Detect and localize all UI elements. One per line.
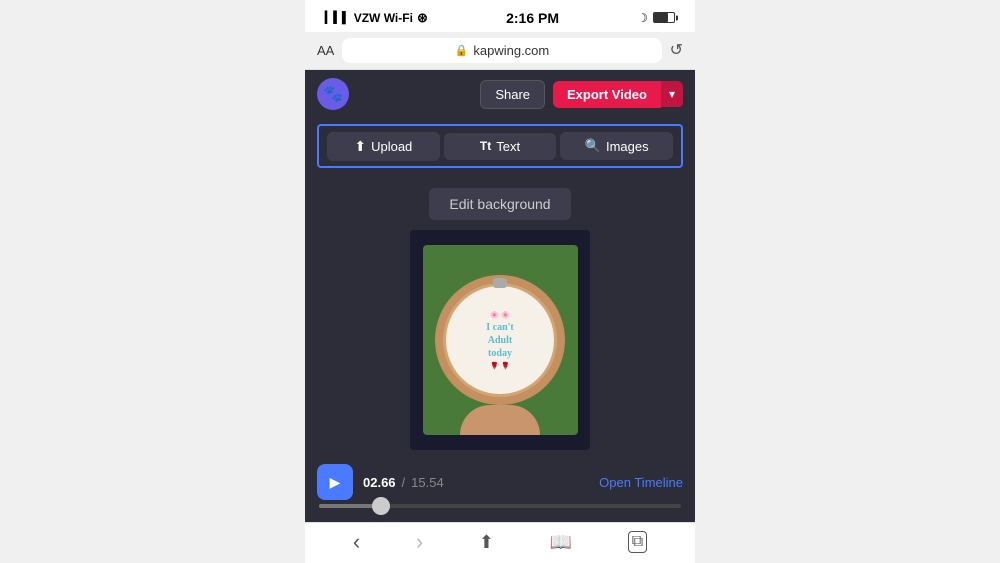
share-nav-button[interactable]: ⬆: [479, 532, 494, 553]
bottom-nav: ‹ › ⬆ 📖 ⧉: [305, 522, 695, 563]
bookmarks-button[interactable]: 📖: [550, 532, 572, 553]
status-left: ▎▍▌ VZW Wi-Fi ⊛: [325, 10, 428, 26]
app-header: 🐾 Share Export Video ▾: [305, 70, 695, 118]
upload-button[interactable]: ⬆ Upload: [327, 132, 440, 161]
hoop-text-line2: Adult: [488, 334, 512, 347]
half-moon-icon: ☽: [637, 11, 648, 25]
open-timeline-button[interactable]: Open Timeline: [599, 475, 683, 490]
refresh-icon[interactable]: ↺: [670, 40, 683, 60]
hoop-text-line3: today: [488, 347, 512, 360]
battery-icon: [653, 12, 675, 23]
url-text: kapwing.com: [473, 43, 549, 58]
forward-button[interactable]: ›: [416, 529, 423, 555]
content-area: Edit background 🌸 🌸 I can't Adult today …: [305, 174, 695, 522]
time-separator: /: [402, 475, 406, 490]
video-preview: 🌸 🌸 I can't Adult today 🌹 🌹: [410, 230, 590, 450]
time-current: 02.66: [363, 475, 396, 490]
wifi-icon: ⊛: [417, 10, 428, 26]
status-time: 2:16 PM: [506, 10, 559, 26]
tabs-button[interactable]: ⧉: [628, 531, 647, 553]
carrier-label: VZW Wi-Fi: [354, 11, 413, 25]
hoop-screw: [493, 278, 507, 288]
hoop-inner: 🌸 🌸 I can't Adult today 🌹 🌹: [446, 286, 554, 394]
text-icon: Tt: [480, 139, 491, 153]
upload-icon: ⬆: [354, 138, 366, 155]
text-label: Text: [496, 139, 520, 154]
hoop-outer: 🌸 🌸 I can't Adult today 🌹 🌹: [423, 245, 578, 435]
time-info: 02.66 / 15.54: [363, 475, 444, 490]
edit-background-button[interactable]: Edit background: [429, 188, 570, 220]
text-button[interactable]: Tt Text: [444, 133, 557, 160]
progress-track[interactable]: [319, 504, 681, 508]
status-right: ☽: [637, 11, 675, 25]
upload-label: Upload: [371, 139, 412, 154]
url-bar[interactable]: 🔒 kapwing.com: [342, 38, 661, 63]
play-icon: ▶: [330, 474, 341, 491]
toolbar: ⬆ Upload Tt Text 🔍 Images: [317, 124, 683, 168]
images-button[interactable]: 🔍 Images: [560, 132, 673, 160]
hoop-text-line1: I can't: [486, 321, 514, 334]
time-total: 15.54: [411, 475, 444, 490]
images-label: Images: [606, 139, 649, 154]
hoop-circle: 🌸 🌸 I can't Adult today 🌹 🌹: [435, 275, 565, 405]
logo-icon: 🐾: [323, 84, 343, 104]
export-group: Export Video ▾: [553, 81, 683, 108]
timeline-controls: ▶ 02.66 / 15.54 Open Timeline: [317, 464, 683, 500]
browser-bar: AA 🔒 kapwing.com ↺: [305, 32, 695, 70]
share-button[interactable]: Share: [480, 80, 545, 109]
phone-frame: ▎▍▌ VZW Wi-Fi ⊛ 2:16 PM ☽ AA 🔒 kapwing.c…: [305, 0, 695, 563]
export-video-button[interactable]: Export Video: [553, 81, 661, 108]
progress-thumb[interactable]: [372, 497, 390, 515]
images-search-icon: 🔍: [585, 138, 601, 154]
back-button[interactable]: ‹: [353, 529, 360, 555]
aa-button[interactable]: AA: [317, 43, 334, 58]
lock-icon: 🔒: [455, 44, 469, 57]
export-dropdown-button[interactable]: ▾: [661, 81, 683, 107]
signal-strength: ▎▍▌: [325, 11, 350, 24]
timeline-bar: ▶ 02.66 / 15.54 Open Timeline: [317, 460, 683, 512]
status-bar: ▎▍▌ VZW Wi-Fi ⊛ 2:16 PM ☽: [305, 0, 695, 32]
play-button[interactable]: ▶: [317, 464, 353, 500]
app-logo[interactable]: 🐾: [317, 78, 349, 110]
